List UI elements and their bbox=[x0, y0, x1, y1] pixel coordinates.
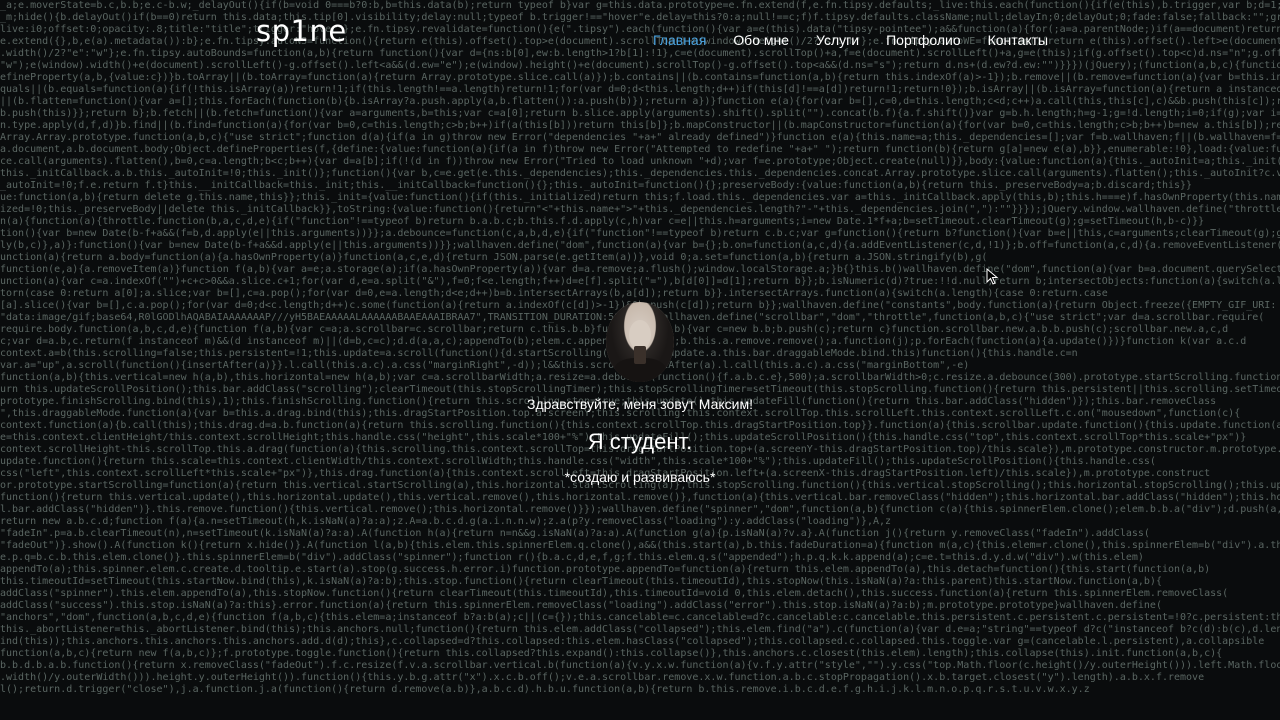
nav-link-home[interactable]: Главная bbox=[653, 32, 706, 48]
code-line: this._abortListener=this._abortListener.… bbox=[0, 624, 1280, 635]
code-line: n(a){function(a){throttle.function(b,a,c… bbox=[0, 216, 1205, 227]
code-line: "fadeIn".p=a.b.clearTimeout(n),n=setTime… bbox=[0, 528, 1150, 539]
code-line: ue:function(a,b){return delete g.this.na… bbox=[0, 192, 1280, 203]
code-line: function(){return this.vertical.update()… bbox=[0, 492, 1280, 503]
nav-link-portfolio[interactable]: Портфолио bbox=[886, 32, 961, 48]
code-line: n.type.apply(d,f,d)}b.find||(b.find=func… bbox=[0, 120, 1280, 131]
code-line: return new a.b.c.d;function f(a){a.n=set… bbox=[0, 516, 892, 527]
code-line: Array.Array.prototype.function(a,b,c){"u… bbox=[0, 132, 1280, 143]
main-nav: Главная Обо мне Услуги Портфолио Контакт… bbox=[653, 32, 1075, 48]
hero-subtitle: Я студент. bbox=[587, 429, 693, 454]
code-line: b.b.d.b.a.b.function(){return x.removeCl… bbox=[0, 660, 1280, 671]
code-line: function(e,a){a.removeItem(a)}function f… bbox=[0, 264, 1280, 275]
mouse-cursor-icon bbox=[986, 268, 999, 285]
greeting-text: Здравствуйте, меня зовут Максим! bbox=[527, 396, 753, 412]
site-header: sp1ne Главная Обо мне Услуги Портфолио К… bbox=[0, 0, 1280, 80]
code-line: ind(this));this.anchors.this.anchors.thi… bbox=[0, 636, 1265, 647]
site-logo[interactable]: sp1ne bbox=[256, 14, 347, 48]
code-line: function(a,b,c){return new f(a,b,c)};f.p… bbox=[0, 648, 1223, 659]
nav-link-services[interactable]: Услуги bbox=[816, 32, 859, 48]
code-line: a.document,a.b.document.body;Object.defi… bbox=[0, 144, 1280, 155]
code-line: quals||(b.equals=function(a){if(!this.is… bbox=[0, 84, 1280, 95]
avatar bbox=[606, 302, 674, 382]
code-line: l();return.d.trigger("close"),j.a.functi… bbox=[0, 684, 1090, 695]
nav-link-about[interactable]: Обо мне bbox=[733, 32, 789, 48]
nav-link-contacts[interactable]: Контакты bbox=[988, 32, 1048, 48]
code-line: .width()/y.outerWidth())).height.y.outer… bbox=[0, 672, 1205, 683]
hero-tagline: *создаю и развиваюсь* bbox=[564, 469, 716, 485]
hero-section: Здравствуйте, меня зовут Максим! Я студе… bbox=[0, 302, 1280, 485]
code-line: ||(b.flatten=function(){var a=[];this.fo… bbox=[0, 96, 1280, 107]
code-line: b.push(this)}};return b};b.fetch||(b.fet… bbox=[0, 108, 1280, 119]
code-line: addClass("success").this.stop.isNaN(a)?a… bbox=[0, 600, 1162, 611]
code-line: ce.call(arguments).flatten(),b=0,c=a.len… bbox=[0, 156, 1280, 167]
code-line: "fadeOut")}.show().A(function k(){return… bbox=[0, 540, 1280, 551]
code-line: this._initCallback.a.b.this._autoInit=!0… bbox=[0, 168, 1280, 179]
code-line: tion(){var b=new Date(b-f+a&&(f=b,d.appl… bbox=[0, 228, 1280, 239]
code-line: this.timeoutId=setTimeout(this.startNow.… bbox=[0, 576, 1162, 587]
code-line: unction(a){return a.body=function(a){a.h… bbox=[0, 252, 988, 263]
page: _a;e.moverState=b.c,b.b;e.c-b.w;_delayOu… bbox=[0, 0, 1280, 720]
code-line: appendTo(a);this.spinner.elem.c.create.d… bbox=[0, 564, 1211, 575]
code-line: l.bar.addClass("hidden")}.this.remove.fu… bbox=[0, 504, 1280, 515]
code-line: _autoInit=!0;f.e.return f.t}this.__initC… bbox=[0, 180, 1193, 191]
code-line: torn(case 0:return a[0];a.slice;var b=[]… bbox=[0, 288, 1108, 299]
code-line: addClass("spinner").this.elem.appendTo(a… bbox=[0, 588, 1229, 599]
code-line: ly(b,c)},a)}:function(){var b=new Date(b… bbox=[0, 240, 1280, 251]
code-line: e.p.q=b.c.b.this.elem.clone()}.this.spin… bbox=[0, 552, 1144, 563]
code-line: "anchors","dom",function(a,b,c,d,e){func… bbox=[0, 612, 1280, 623]
code-line: unction(a){var c=a.indexOf("")+c+c>0&&a.… bbox=[0, 276, 1280, 287]
code-line: ized=!0;this._preserveBody||delete this.… bbox=[0, 204, 1280, 215]
